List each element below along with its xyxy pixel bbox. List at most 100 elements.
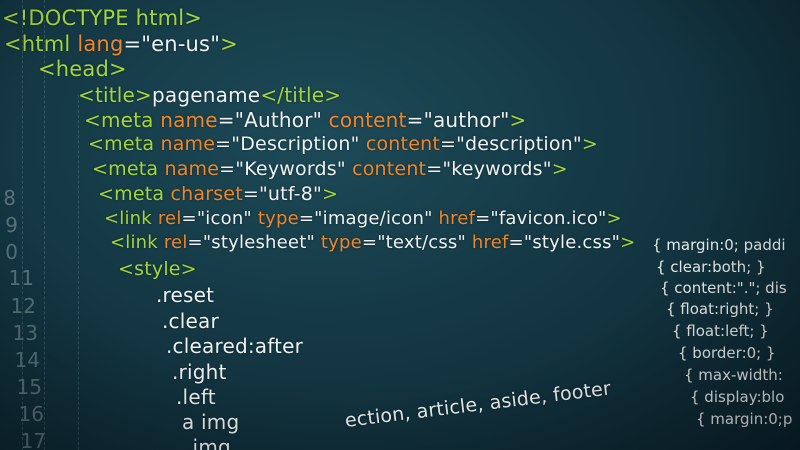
- link-tag: <link: [110, 232, 158, 253]
- line-number: 16: [18, 402, 44, 426]
- css-selector: .clear: [162, 309, 219, 333]
- attr-type: type: [320, 232, 362, 253]
- attr-value: "icon": [196, 208, 252, 229]
- attr-value: "text/css": [377, 232, 466, 253]
- attr-content: content: [352, 158, 427, 180]
- code-line-link-stylesheet: <link rel="stylesheet" type="text/css" h…: [110, 232, 635, 253]
- attr-value: "description": [456, 133, 582, 155]
- css-selector: .left: [176, 385, 216, 409]
- attr-content: content: [365, 133, 440, 155]
- equals: =: [426, 158, 443, 180]
- code-line-doctype: <!DOCTYPE html>: [2, 6, 202, 30]
- equals: =: [475, 208, 491, 229]
- css-selector: .reset: [156, 283, 215, 307]
- css-rule: { float:right; }: [666, 300, 774, 318]
- tag-close: >: [220, 32, 238, 56]
- css-selector: .img: [186, 435, 231, 450]
- attr-value: "utf-8": [258, 183, 322, 205]
- title-open-tag: <title>: [78, 83, 153, 107]
- code-line-html: <html lang="en-us">: [4, 32, 238, 56]
- attr-rel: rel: [157, 208, 182, 229]
- equals: =: [123, 32, 142, 56]
- attr-href: href: [438, 208, 476, 229]
- equals: =: [439, 133, 457, 155]
- line-number: 17: [20, 429, 46, 450]
- line-number: 15: [16, 375, 42, 399]
- css-rule: { margin:0;p: [696, 410, 793, 428]
- css-rule: { max-width:: [684, 366, 783, 384]
- css-rule: { clear:both; }: [656, 258, 766, 276]
- tag-close: >: [606, 208, 622, 229]
- tag-close: >: [581, 133, 598, 155]
- meta-tag: <meta: [88, 133, 155, 155]
- equals: =: [219, 158, 236, 180]
- attr-type: type: [257, 208, 299, 229]
- tag-close: >: [620, 232, 636, 253]
- attr-value: "style.css": [523, 232, 621, 253]
- equals: =: [242, 183, 259, 205]
- code-line-meta-keywords: <meta name="Keywords" content="keywords"…: [92, 158, 568, 180]
- attr-value: "keywords": [442, 158, 552, 180]
- code-line-meta-author: <meta name="Author" content="author">: [84, 108, 526, 132]
- equals: =: [187, 232, 203, 253]
- attr-name: name: [164, 158, 220, 180]
- attr-value: "favicon.ico": [490, 208, 607, 229]
- code-line-head: <head>: [38, 57, 127, 81]
- attr-charset: charset: [170, 183, 243, 205]
- css-rule: { margin:0; paddi: [652, 236, 786, 254]
- meta-tag: <meta: [84, 108, 154, 132]
- code-line-link-icon: <link rel="icon" type="image/icon" href=…: [104, 208, 622, 229]
- attr-value: "stylesheet": [202, 232, 315, 253]
- code-line-meta-description: <meta name="Description" content="descri…: [88, 133, 598, 155]
- line-number: 11: [8, 266, 34, 290]
- attr-lang: lang: [77, 32, 124, 56]
- tag-close: >: [551, 158, 568, 180]
- attr-name: name: [160, 108, 218, 132]
- line-number: 8: [3, 186, 16, 210]
- css-rule: { content:"."; dis: [660, 279, 787, 297]
- code-line-title: <title>pagename</title>: [78, 83, 341, 107]
- attr-value: "image/icon": [314, 208, 433, 229]
- attr-value: "Keywords": [235, 158, 346, 180]
- style-tag: <style>: [118, 258, 197, 280]
- code-line-meta-charset: <meta charset="utf-8">: [98, 183, 338, 205]
- line-number: 9: [5, 213, 18, 237]
- line-number: 0: [5, 240, 18, 264]
- equals: =: [217, 108, 235, 132]
- css-rule: { border:0; }: [678, 344, 776, 362]
- css-rule: { display:blo: [690, 388, 785, 406]
- equals: =: [181, 208, 197, 229]
- css-selector-list: ection, article, aside, footer: [343, 377, 613, 432]
- attr-value: "Description": [231, 133, 360, 155]
- attr-name: name: [160, 133, 216, 155]
- css-selector: .right: [172, 360, 227, 384]
- attr-href: href: [471, 232, 509, 253]
- equals: =: [406, 108, 424, 132]
- equals: =: [298, 208, 315, 229]
- title-text: pagename: [152, 83, 261, 107]
- attr-content: content: [328, 108, 407, 132]
- attr-rel: rel: [163, 232, 188, 253]
- html-tag: <html: [4, 32, 71, 56]
- code-line-style: <style>: [118, 258, 197, 280]
- code-editor[interactable]: 8 9 0 11 12 13 14 15 16 17 <!DOCTYPE htm…: [0, 0, 800, 450]
- doctype-tag: <!DOCTYPE html>: [2, 6, 203, 30]
- css-rule: { float:left; }: [672, 322, 769, 340]
- attr-value: "Author": [234, 108, 323, 132]
- equals: =: [215, 133, 232, 155]
- line-number: 14: [14, 348, 40, 372]
- tag-close: >: [321, 183, 339, 205]
- title-close-tag: </title>: [260, 83, 342, 107]
- head-tag: <head>: [38, 57, 127, 81]
- attr-value: "author": [423, 108, 510, 132]
- equals: =: [361, 232, 378, 253]
- css-selector: a img: [182, 410, 240, 434]
- equals: =: [508, 232, 524, 253]
- meta-tag: <meta: [98, 183, 165, 205]
- meta-tag: <meta: [92, 158, 159, 180]
- line-number: 12: [10, 294, 36, 318]
- attr-value: "en-us": [141, 32, 221, 56]
- link-tag: <link: [104, 208, 152, 229]
- indent-guide: [78, 95, 79, 450]
- tag-close: >: [509, 108, 527, 132]
